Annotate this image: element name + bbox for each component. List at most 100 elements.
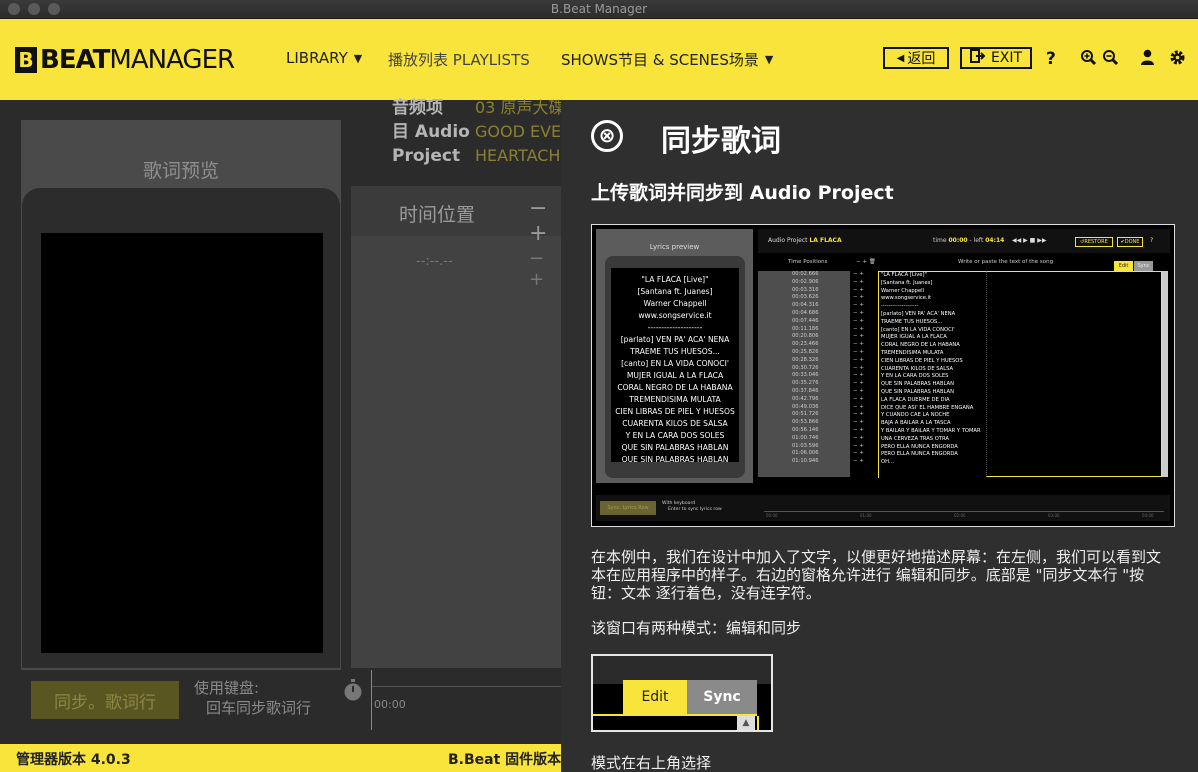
example-sync-tab: Sync <box>1134 261 1153 271</box>
caret-down-icon: ▼ <box>764 53 774 66</box>
lyrics-preview-title: 歌词预览 <box>142 160 219 182</box>
example-time-value: 00:51.726 <box>792 411 819 418</box>
example-time-value: 00:03.316 <box>792 286 819 293</box>
caret-down-icon: ▼ <box>353 51 363 65</box>
example-time-value: 00:35.276 <box>792 380 819 387</box>
example-time-value: 00:11.186 <box>792 325 819 332</box>
example-lyric-line: [parlato] VEN PA' ACA' NENA <box>620 335 730 344</box>
example-phone-screen: "LA FLACA [Live]" [Santana ft. Juanes] War… <box>611 268 739 462</box>
example-text-line: OH... <box>881 459 894 466</box>
example-tick-label: 02:00 <box>954 513 966 518</box>
time-positions-header: 时间位置 − + <box>351 186 561 246</box>
app-logo: B BEAT MANAGER <box>15 45 235 75</box>
time-positions-panel: 时间位置 − + --:--.-- − + <box>351 186 561 668</box>
nav-shows-label: SHOWS节目 & SCENES场景 <box>561 51 759 69</box>
example-phone: "LA FLACA [Live]" [Santana ft. Juanes] War… <box>605 256 745 478</box>
gear-icon[interactable] <box>1169 49 1186 71</box>
back-button[interactable]: ◀ 返回 <box>883 47 949 69</box>
example-time-value: 01:06.006 <box>792 450 819 457</box>
logo-beat: BEAT <box>40 45 110 75</box>
example-time-value: 00:07.446 <box>792 317 819 324</box>
example-bottom-bar: Sync. Lyrics Row With keyboard Enter to … <box>596 495 1170 521</box>
example-lyric-line: QUE SIN PALABRAS HABLAN <box>621 455 729 462</box>
example-time-value: 01:00.746 <box>792 434 819 441</box>
example-row-pm: − + <box>853 286 864 293</box>
sync-lyrics-help-panel: ⊗ 同步歌词 上传歌词并同步到 Audio Project Lyrics pre… <box>561 100 1198 772</box>
example-editor: Time Positions − + 🗑 Write or paste the … <box>758 255 1170 485</box>
user-icon[interactable] <box>1140 49 1155 70</box>
example-lyric-line: -------------------- <box>647 323 703 332</box>
example-time-value: 00:49.036 <box>792 403 819 410</box>
example-time-value: 00:56.146 <box>792 426 819 433</box>
example-row-pm: − + <box>853 348 864 355</box>
example-text-line: Warner Chappell <box>881 287 925 294</box>
example-lyric-line: Warner Chappell <box>643 299 707 308</box>
project-label-line: 目 Audio <box>392 122 470 142</box>
example-text-line: "LA FLACA [Live]" <box>881 272 927 278</box>
exit-button[interactable]: EXIT <box>960 47 1032 69</box>
example-time-value: 00:04.316 <box>792 302 819 309</box>
example-lyrics-preview: Lyrics preview "LA FLACA [Live]" [Santana… <box>596 229 753 483</box>
example-time-value: 00:30.726 <box>792 364 819 371</box>
phone-frame <box>22 188 340 668</box>
example-text-line: CIEN LIBRAS DE PIEL Y HUESOS <box>881 357 963 364</box>
timeline[interactable]: 00:00 <box>371 670 562 730</box>
nav-shows-scenes[interactable]: SHOWS节目 & SCENES场景 ▼ <box>561 49 773 70</box>
logo-b-mark: B <box>15 47 37 73</box>
exit-icon <box>969 49 986 67</box>
mode-selector-example: Edit Sync ▲ <box>591 654 773 732</box>
example-row-pm: − + <box>853 356 864 363</box>
example-row-pm: − + <box>853 380 864 387</box>
help-button[interactable]: ? <box>1046 49 1056 69</box>
example-time: time 00:00 - left 04:14 <box>933 237 1005 244</box>
example-text-line: UNA CERVEZA TRAS OTRA <box>881 435 949 442</box>
example-text-line: www.songservice.it <box>881 295 932 302</box>
example-edit-tab: Edit <box>1114 261 1133 271</box>
example-row-pm: − + <box>853 458 864 465</box>
example-text-line: DICE QUE ASI' EL HAMBRE ENGANA <box>881 404 974 411</box>
timeline-start-label: 00:00 <box>374 698 406 711</box>
example-time-value: 00:02.906 <box>792 278 819 285</box>
example-text-line: MUJER IGUAL A LA FLACA <box>881 334 947 341</box>
example-time-value: 00:20.806 <box>792 333 819 340</box>
example-lyric-line: www.songservice.it <box>638 311 712 320</box>
nav-library-label: LIBRARY <box>286 49 348 67</box>
keyboard-hint-line: 使用键盘: <box>194 679 260 697</box>
add-remove-row-buttons[interactable]: − + <box>529 196 561 246</box>
example-pm-column: − + − + − + − + − + − + − + − + − + − + − + − + − + −… <box>853 271 875 477</box>
example-lyric-line: [canto] EN LA VIDA CONOCI' <box>621 359 729 368</box>
exit-button-label: EXIT <box>990 50 1023 66</box>
example-text-area <box>986 271 1162 477</box>
keyboard-hint: 使用键盘: 回车同步歌词行 <box>194 678 311 718</box>
manager-version: 管理器版本 4.0.3 <box>16 752 131 768</box>
mode-border <box>757 716 773 730</box>
nav-playlists[interactable]: 播放列表 PLAYLISTS <box>388 49 530 70</box>
example-row-pm: − + <box>853 442 864 449</box>
example-row-pm: − + <box>853 341 864 348</box>
zoom-out-icon[interactable] <box>1102 49 1119 71</box>
example-row-pm: − + <box>853 271 864 277</box>
example-time-value: 00:23.466 <box>792 341 819 348</box>
example-lyric-line: TREMENDISIMA MULATA <box>629 395 721 404</box>
example-time-value: 01:03.596 <box>792 442 819 449</box>
example-text-line: -------------------- <box>881 303 919 310</box>
zoom-in-icon[interactable] <box>1080 49 1097 71</box>
example-text-line: PERO ELLA NUNCA ENGORDA <box>881 451 958 458</box>
example-text-line: QUE SIN PALABRAS HABLAN <box>881 381 954 388</box>
example-text-line: Y EN LA CARA DOS SOLES <box>881 373 949 380</box>
scroll-up-icon: ▲ <box>737 716 755 730</box>
example-text-line: BAJA A BAILAR A LA TASCA <box>881 420 951 427</box>
sync-lyrics-row-button[interactable]: 同步。歌词行 <box>31 681 179 719</box>
nav-library[interactable]: LIBRARY ▼ <box>286 49 362 67</box>
example-lyric-line: CUARENTA KILOS DE SALSA <box>622 419 728 428</box>
example-time-value: 00:28.326 <box>792 356 819 363</box>
row-plus-minus[interactable]: − + <box>529 248 561 290</box>
close-help-button[interactable]: ⊗ <box>591 120 623 152</box>
example-text-line: LA FLACA DUERME DE DIA <box>881 396 950 403</box>
example-row-pm: − + <box>853 317 864 324</box>
example-lyric-line: CIEN LIBRAS DE PIEL Y HUESOS <box>615 407 735 416</box>
example-time-value: 00:53.866 <box>792 419 819 426</box>
window-titlebar: B.Beat Manager <box>0 0 1198 19</box>
example-time-value: 00:42.796 <box>792 395 819 402</box>
example-time-value: 01:10.946 <box>792 458 819 465</box>
